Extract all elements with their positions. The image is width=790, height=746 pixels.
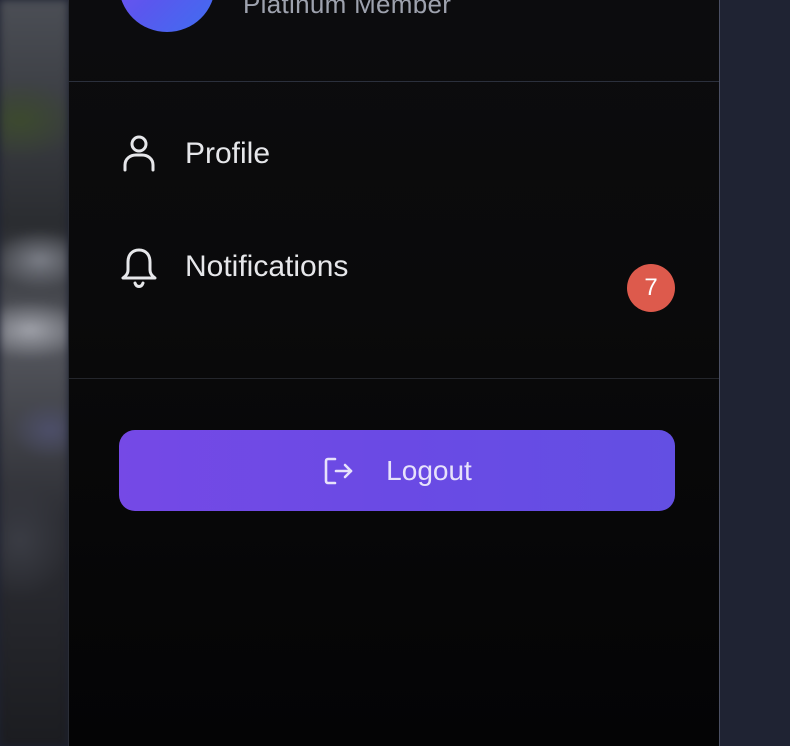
app-screen: Platinum Member Profile Notifications 7 … [0, 0, 790, 746]
logout-label: Logout [386, 454, 472, 486]
menu-item-notifications[interactable]: Notifications 7 [69, 240, 719, 340]
logout-icon [322, 454, 356, 488]
divider [69, 378, 719, 379]
bell-icon [119, 247, 159, 288]
menu-item-profile[interactable]: Profile [69, 124, 719, 224]
logout-button[interactable]: Logout [119, 430, 675, 511]
background-image [0, 0, 68, 746]
menu-item-label: Notifications [185, 250, 349, 283]
side-drawer: Platinum Member Profile Notifications 7 … [68, 0, 720, 746]
notification-count-badge: 7 [627, 264, 675, 312]
drawer-header: Platinum Member [69, 0, 719, 82]
menu-item-label: Profile [185, 137, 271, 170]
avatar[interactable] [119, 0, 215, 32]
user-icon [119, 133, 159, 173]
membership-label: Platinum Member [243, 0, 452, 19]
backdrop [720, 0, 790, 746]
